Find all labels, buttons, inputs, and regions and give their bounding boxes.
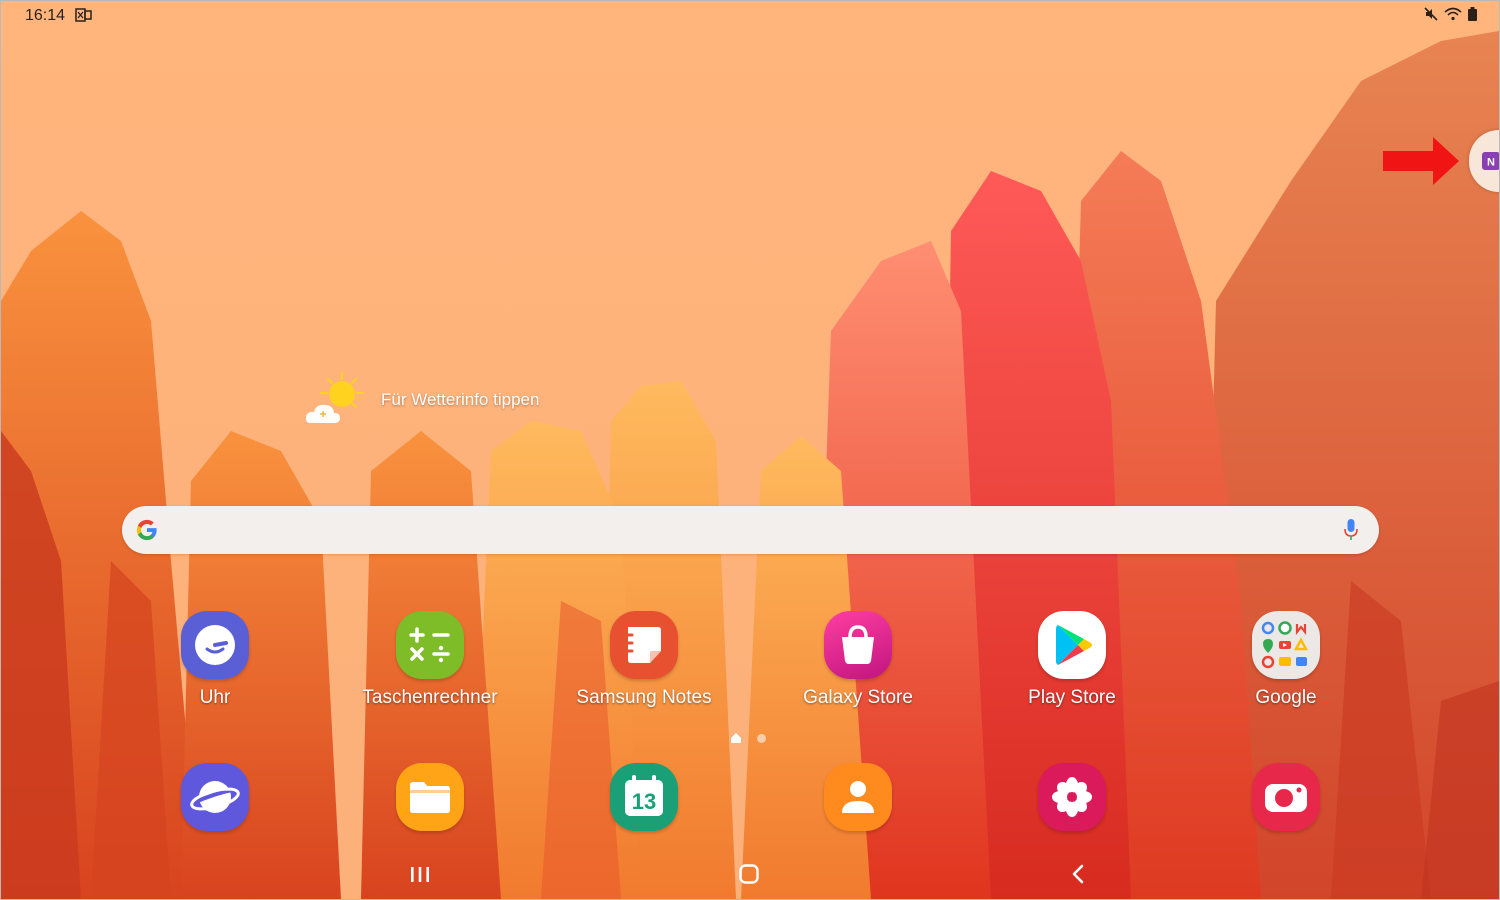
app-label: Play Store	[1028, 687, 1116, 708]
app-uhr[interactable]: Uhr	[130, 611, 300, 721]
calculator-icon	[396, 611, 464, 679]
app-label: Galaxy Store	[803, 687, 913, 708]
folder-icon	[396, 763, 464, 831]
mute-icon	[1424, 7, 1438, 21]
notification-icon	[75, 8, 92, 22]
app-label: Taschenrechner	[362, 687, 498, 708]
mic-icon[interactable]	[1343, 518, 1359, 542]
google-search-bar[interactable]	[122, 506, 1379, 554]
app-label: Samsung Notes	[576, 687, 712, 708]
weather-label: Für Wetterinfo tippen	[381, 390, 540, 409]
play-store-icon	[1038, 611, 1106, 679]
app-contacts[interactable]	[773, 763, 943, 873]
page-dot[interactable]	[757, 733, 766, 743]
camera-icon	[1252, 763, 1320, 831]
app-camera[interactable]	[1201, 763, 1371, 873]
app-galaxy-store[interactable]: Galaxy Store	[773, 611, 943, 721]
page-indicator	[729, 731, 766, 745]
app-play-store[interactable]: Play Store	[987, 611, 1157, 721]
clock-icon	[181, 611, 249, 679]
app-taschenrechner[interactable]: Taschenrechner	[345, 611, 515, 721]
home-screen: 16:14 N Für Wetterinfo tippen Uhr Tasche…	[0, 0, 1500, 900]
contacts-icon	[824, 763, 892, 831]
calendar-icon: 13	[610, 763, 678, 831]
app-label: Uhr	[199, 687, 231, 708]
gallery-icon	[1038, 763, 1106, 831]
status-icons	[1424, 7, 1477, 21]
arrow-icon	[1383, 137, 1459, 185]
calendar-date: 13	[632, 789, 656, 814]
app-samsung-notes[interactable]: Samsung Notes	[559, 611, 729, 721]
sun-cloud-icon	[305, 372, 364, 423]
wifi-icon	[1444, 7, 1462, 21]
weather-widget[interactable]: Für Wetterinfo tippen	[303, 371, 539, 429]
home-page-indicator-icon[interactable]	[729, 731, 743, 745]
app-internet[interactable]	[130, 763, 300, 873]
app-calendar[interactable]: 13	[559, 763, 729, 873]
home-icon[interactable]	[729, 859, 769, 889]
search-input[interactable]	[172, 514, 1326, 548]
onenote-letter: N	[1487, 157, 1495, 169]
onenote-icon: N	[1482, 152, 1499, 170]
google-folder-icon	[1252, 611, 1320, 679]
app-google-folder[interactable]: Google	[1201, 611, 1371, 721]
app-label: Google	[1255, 687, 1317, 708]
notes-icon	[610, 611, 678, 679]
app-my-files[interactable]	[345, 763, 515, 873]
app-gallery[interactable]	[987, 763, 1157, 873]
store-bag-icon	[824, 611, 892, 679]
google-icon	[136, 519, 157, 541]
recents-icon[interactable]	[400, 859, 440, 889]
internet-icon	[181, 763, 249, 831]
status-time: 16:14	[25, 7, 66, 24]
battery-icon	[1468, 7, 1477, 21]
back-icon[interactable]	[1058, 859, 1098, 889]
